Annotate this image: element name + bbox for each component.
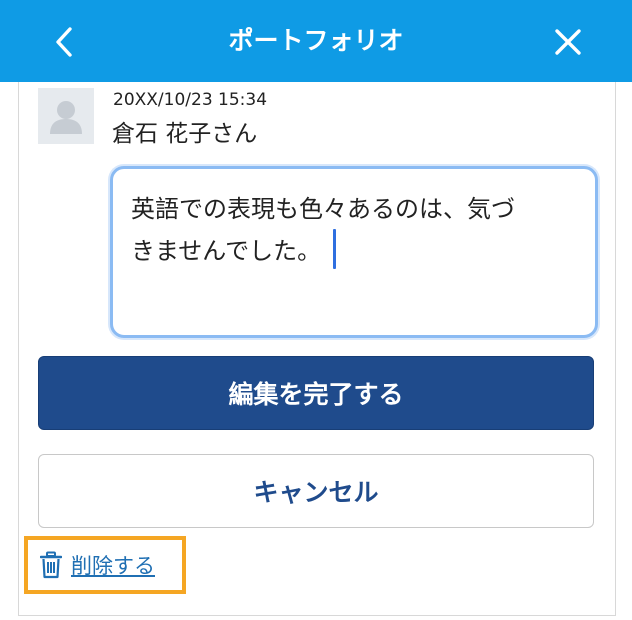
- comment-text-line-2-wrap: きませんでした。: [131, 229, 579, 271]
- close-icon: [555, 29, 581, 55]
- user-silhouette-icon: [50, 101, 82, 134]
- delete-label: 削除する: [71, 554, 155, 578]
- back-button[interactable]: [44, 20, 84, 64]
- complete-edit-button[interactable]: 編集を完了する: [38, 356, 594, 430]
- comment-text-line-1: 英語での表現も色々あるのは、気づ: [131, 195, 515, 223]
- chevron-left-icon: [56, 27, 72, 57]
- app-header: [0, 0, 632, 82]
- comment-timestamp: 20XX/10/23 15:34: [112, 88, 312, 112]
- cancel-button[interactable]: キャンセル: [38, 454, 594, 528]
- trash-icon: [40, 551, 62, 579]
- comment-author: 倉石 花子さん: [112, 118, 328, 150]
- text-cursor: [333, 229, 337, 269]
- comment-edit-field[interactable]: 英語での表現も色々あるのは、気づ きませんでした。: [110, 166, 598, 338]
- delete-link[interactable]: 削除する: [24, 536, 186, 594]
- comment-text-line-2: きませんでした。: [131, 237, 322, 265]
- avatar: [38, 88, 94, 144]
- close-button[interactable]: [546, 20, 590, 64]
